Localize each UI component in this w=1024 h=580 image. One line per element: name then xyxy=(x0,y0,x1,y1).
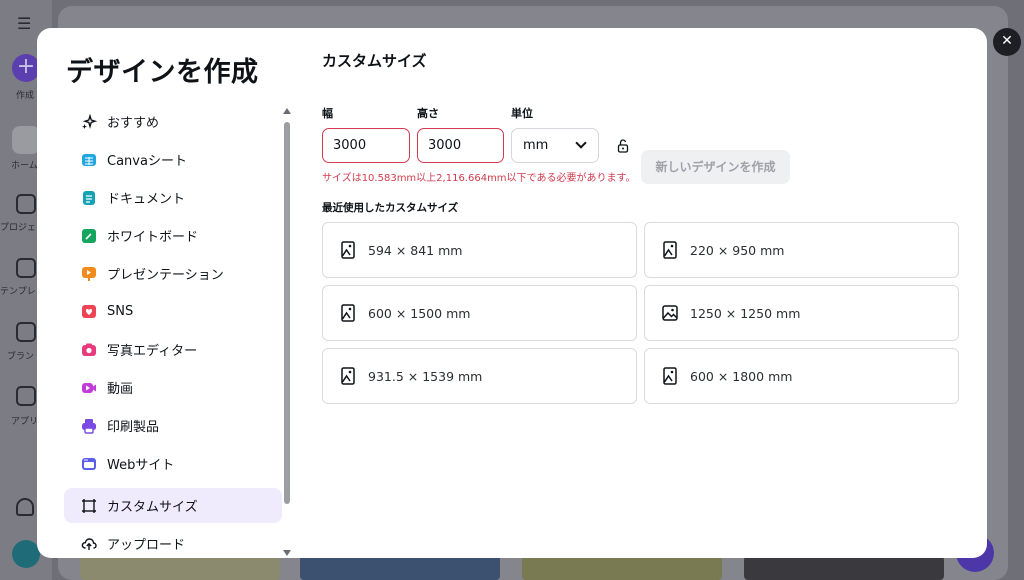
category-whiteboard[interactable]: ホワイトボード xyxy=(64,218,282,253)
category-label: おすすめ xyxy=(107,116,160,131)
template-thumbnail xyxy=(522,556,722,580)
portrait-image-icon xyxy=(663,241,677,259)
portrait-image-icon xyxy=(341,241,355,259)
website-icon xyxy=(80,455,98,473)
category-video[interactable]: 動画 xyxy=(64,370,282,405)
apps-icon xyxy=(16,386,36,406)
scroll-up-icon[interactable] xyxy=(283,108,291,114)
category-label: プレゼンテーション xyxy=(107,268,224,283)
portrait-image-icon xyxy=(663,367,677,385)
nav-label-projects: プロジェ xyxy=(0,223,37,233)
category-label: ホワイトボード xyxy=(107,230,199,245)
template-thumbnail xyxy=(80,556,280,580)
template-thumbnail xyxy=(300,556,500,580)
nav-label-brand: ブラン xyxy=(7,352,35,362)
chevron-down-icon xyxy=(575,137,587,149)
presentation-icon xyxy=(80,265,98,283)
category-label: Canvaシート xyxy=(107,154,187,169)
video-icon xyxy=(80,379,98,397)
width-label: 幅 xyxy=(322,107,333,120)
category-upload[interactable]: アップロード xyxy=(64,526,282,558)
unit-value: mm xyxy=(523,138,549,153)
size-error-message: サイズは10.583mm以上2,116.664mm以下である必要があります。 xyxy=(322,173,636,184)
portrait-image-icon xyxy=(341,304,355,322)
scroll-down-icon[interactable] xyxy=(283,550,291,556)
custom-size-icon xyxy=(80,497,98,515)
brand-icon xyxy=(16,322,36,342)
height-input[interactable]: 3000 xyxy=(417,128,504,163)
recent-size-label: 600 × 1800 mm xyxy=(690,368,793,384)
category-label: SNS xyxy=(107,304,134,319)
create-plus-icon: + xyxy=(12,54,40,82)
recent-size-label: 220 × 950 mm xyxy=(690,242,785,258)
category-sns[interactable]: SNS xyxy=(64,294,282,329)
create-design-dialog: デザインを作成 おすすめ Canvaシート ドキュメント ホワイトボード プレゼ… xyxy=(37,28,987,558)
unit-label: 単位 xyxy=(511,107,533,120)
recent-size-card[interactable]: 931.5 × 1539 mm xyxy=(322,348,637,404)
upload-icon xyxy=(80,535,98,553)
printer-icon xyxy=(80,417,98,435)
portrait-image-icon xyxy=(341,367,355,385)
create-label: 作成 xyxy=(16,91,35,101)
unlock-icon[interactable] xyxy=(616,138,630,153)
close-icon[interactable]: ✕ xyxy=(993,28,1021,56)
recent-size-label: 600 × 1500 mm xyxy=(368,305,471,321)
category-scrollbar[interactable] xyxy=(282,108,292,556)
nav-label-home: ホーム xyxy=(11,161,38,171)
category-recommended[interactable]: おすすめ xyxy=(64,104,282,139)
category-website[interactable]: Webサイト xyxy=(64,446,282,481)
category-label: 動画 xyxy=(107,382,134,397)
width-input[interactable]: 3000 xyxy=(322,128,410,163)
category-print[interactable]: 印刷製品 xyxy=(64,408,282,443)
template-icon xyxy=(16,258,36,278)
menu-icon: ☰ xyxy=(17,14,32,33)
category-list: おすすめ Canvaシート ドキュメント ホワイトボード プレゼンテーション S… xyxy=(64,104,282,558)
home-icon xyxy=(12,126,40,154)
recent-size-card[interactable]: 600 × 1800 mm xyxy=(644,348,959,404)
category-label: アップロード xyxy=(107,538,186,553)
notification-icon xyxy=(16,498,34,516)
recent-size-card[interactable]: 1250 × 1250 mm xyxy=(644,285,959,341)
avatar xyxy=(12,540,40,568)
category-label: カスタムサイズ xyxy=(107,500,198,515)
category-label: Webサイト xyxy=(107,458,175,473)
category-canva-sheets[interactable]: Canvaシート xyxy=(64,142,282,177)
recent-sizes-title: 最近使用したカスタムサイズ xyxy=(322,202,459,214)
recent-size-card[interactable]: 220 × 950 mm xyxy=(644,222,959,278)
nav-label-templates: テンプレ xyxy=(0,287,36,297)
recent-size-card[interactable]: 594 × 841 mm xyxy=(322,222,637,278)
category-documents[interactable]: ドキュメント xyxy=(64,180,282,215)
recent-size-label: 594 × 841 mm xyxy=(368,242,463,258)
whiteboard-icon xyxy=(80,227,98,245)
document-icon xyxy=(80,189,98,207)
recent-size-card[interactable]: 600 × 1500 mm xyxy=(322,285,637,341)
create-design-button[interactable]: 新しいデザインを作成 xyxy=(641,150,790,184)
folder-icon xyxy=(16,194,36,214)
nav-label-apps: アプリ xyxy=(11,417,39,427)
unit-select[interactable]: mm xyxy=(511,128,599,163)
template-thumbnail xyxy=(744,556,944,580)
heart-icon xyxy=(80,303,98,321)
dialog-title: デザインを作成 xyxy=(66,57,259,88)
camera-icon xyxy=(80,341,98,359)
category-label: ドキュメント xyxy=(107,192,186,207)
sparkle-icon xyxy=(80,113,98,131)
category-label: 印刷製品 xyxy=(107,420,160,435)
category-presentation[interactable]: プレゼンテーション xyxy=(64,256,282,291)
height-label: 高さ xyxy=(417,107,439,120)
recent-size-label: 1250 × 1250 mm xyxy=(690,305,801,321)
sheet-icon xyxy=(80,151,98,169)
category-custom-size[interactable]: カスタムサイズ xyxy=(64,488,282,523)
recent-size-label: 931.5 × 1539 mm xyxy=(368,368,483,384)
scrollbar-thumb[interactable] xyxy=(284,122,290,504)
category-photo-editor[interactable]: 写真エディター xyxy=(64,332,282,367)
custom-size-title: カスタムサイズ xyxy=(322,52,427,70)
category-label: 写真エディター xyxy=(107,344,198,359)
square-image-icon xyxy=(662,305,678,321)
